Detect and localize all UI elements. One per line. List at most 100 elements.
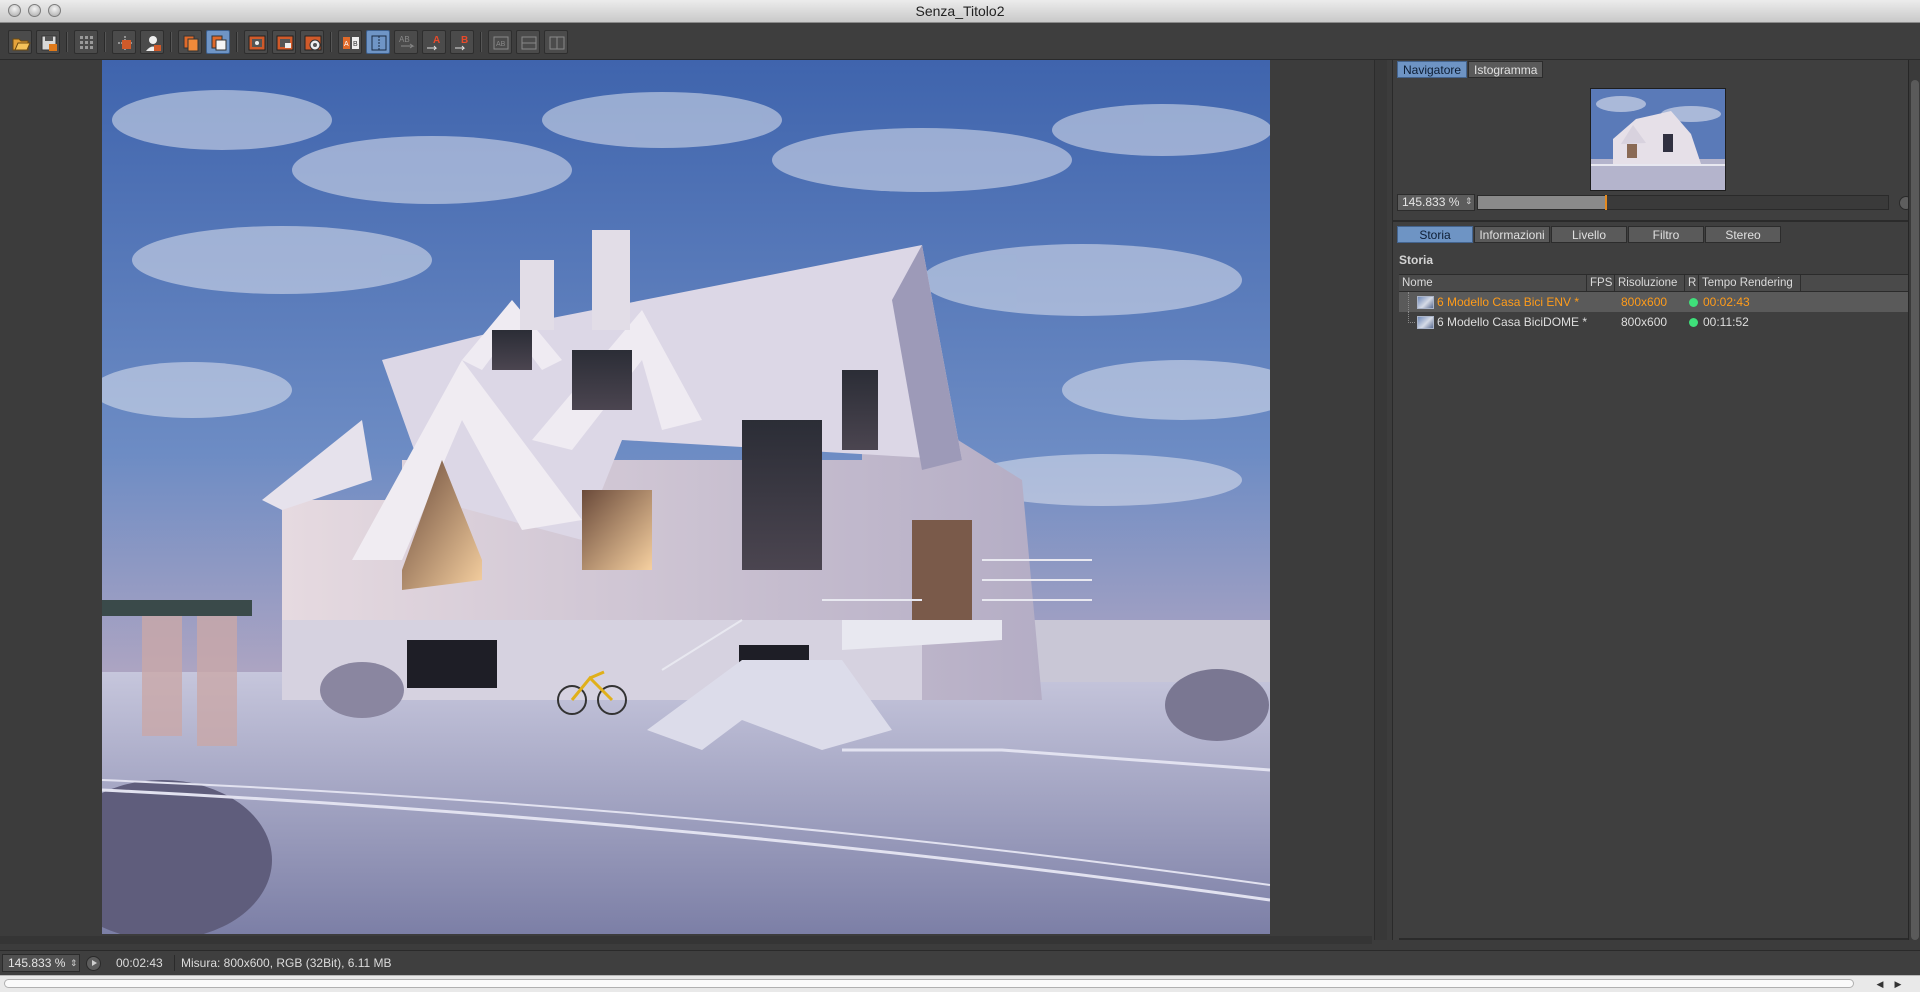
history-row-name: 6 Modello Casa BiciDOME * — [1437, 315, 1588, 329]
window-horizontal-scrollbar[interactable]: ◀ ▶ — [0, 975, 1920, 992]
navigator-thumbnail[interactable] — [1590, 88, 1726, 191]
svg-text:B: B — [353, 41, 358, 48]
history-row-time: 00:02:43 — [1703, 295, 1750, 309]
history-row-resolution: 800x600 — [1621, 295, 1668, 309]
close-window-button[interactable] — [8, 4, 21, 17]
fit-button[interactable]: AB — [488, 30, 512, 54]
svg-text:A: A — [433, 35, 440, 46]
swap-ab-button[interactable]: AB — [394, 30, 418, 54]
tab-filtro[interactable]: Filtro — [1628, 226, 1704, 243]
column-header-fps[interactable]: FPS — [1587, 275, 1615, 291]
tab-storia[interactable]: Storia — [1397, 226, 1473, 243]
zoom-slider-fill — [1478, 196, 1606, 209]
navigator-zoom-field[interactable]: 145.833 % — [1397, 194, 1475, 211]
open-button[interactable] — [8, 30, 32, 54]
split-vertical-button[interactable] — [544, 30, 568, 54]
status-zoom-field[interactable]: 145.833 % — [2, 954, 80, 972]
title-bar: Senza_Titolo2 — [0, 0, 1920, 23]
grid-icon — [80, 36, 93, 49]
window-scroll-thumb[interactable] — [4, 979, 1854, 988]
zoom-stepper-icon[interactable]: ⇕ — [70, 954, 78, 972]
person-icon — [146, 36, 161, 51]
save-button[interactable] — [36, 30, 60, 54]
render-view-button[interactable] — [244, 30, 268, 54]
history-table: Nome FPS Risoluzione R Tempo Rendering 6… — [1399, 274, 1909, 332]
grid-button[interactable] — [74, 30, 98, 54]
layers-button[interactable] — [206, 30, 230, 54]
viewer-vertical-scrollbar[interactable] — [1374, 60, 1387, 940]
split-horizontal-icon — [521, 36, 537, 50]
save-icon — [41, 35, 57, 51]
svg-text:AB: AB — [496, 41, 506, 48]
play-icon[interactable] — [86, 956, 101, 971]
set-a-icon: A — [427, 35, 440, 51]
layers-icon — [211, 35, 227, 51]
history-title: Storia — [1399, 253, 1434, 267]
status-dot-icon — [1689, 318, 1698, 327]
swap-ab-icon: AB — [399, 35, 415, 49]
scroll-right-icon[interactable]: ▶ — [1890, 976, 1906, 992]
render-view-icon — [248, 35, 266, 51]
render-region-button[interactable] — [272, 30, 296, 54]
region-button[interactable] — [112, 30, 136, 54]
scroll-left-icon[interactable]: ◀ — [1872, 976, 1888, 992]
window-controls — [8, 4, 61, 17]
history-row-resolution: 800x600 — [1621, 315, 1668, 329]
render-thumbnail-icon — [1417, 316, 1434, 329]
compare-ab-button[interactable]: AB — [338, 30, 362, 54]
status-bar: 145.833 % ⇕ 00:02:43 Misura: 800x600, RG… — [0, 950, 1920, 975]
viewer-horizontal-scrollbar[interactable] — [0, 936, 1372, 944]
render-settings-button[interactable] — [300, 30, 324, 54]
region-icon — [118, 36, 132, 50]
zoom-stepper-icon[interactable]: ⇕ — [1465, 194, 1473, 209]
set-a-button[interactable]: A — [422, 30, 446, 54]
history-tabs: Storia Informazioni Livello Filtro Stere… — [1397, 226, 1782, 243]
fit-icon: AB — [493, 36, 509, 50]
window-title: Senza_Titolo2 — [915, 3, 1005, 19]
column-header-nome[interactable]: Nome — [1399, 275, 1587, 291]
navigator-zoom-slider[interactable] — [1477, 195, 1889, 210]
render-viewer[interactable] — [0, 60, 1372, 940]
column-header-tempo-rendering[interactable]: Tempo Rendering — [1699, 275, 1801, 291]
minimize-window-button[interactable] — [28, 4, 41, 17]
column-header-risoluzione[interactable]: Risoluzione — [1615, 275, 1685, 291]
zoom-slider-handle[interactable] — [1605, 195, 1608, 210]
column-header-r[interactable]: R — [1685, 275, 1699, 291]
history-row[interactable]: 6 Modello Casa BiciDOME * 800x600 00:11:… — [1399, 312, 1909, 332]
panel-vertical-scrollbar[interactable] — [1908, 60, 1920, 940]
history-table-header: Nome FPS Risoluzione R Tempo Rendering — [1399, 274, 1909, 292]
split-horizontal-button[interactable] — [516, 30, 540, 54]
navigator-tabs: Navigatore Istogramma — [1397, 61, 1544, 78]
split-vertical-icon — [549, 36, 565, 50]
history-row-name: 6 Modello Casa Bici ENV * — [1437, 295, 1580, 309]
render-region-icon — [276, 35, 294, 51]
set-b-button[interactable]: B — [450, 30, 474, 54]
tab-navigatore[interactable]: Navigatore — [1397, 61, 1468, 78]
person-button[interactable] — [140, 30, 164, 54]
status-image-info: Misura: 800x600, RGB (32Bit), 6.11 MB — [181, 956, 392, 970]
history-row[interactable]: 6 Modello Casa Bici ENV * 800x600 00:02:… — [1399, 292, 1909, 312]
toolbar: AB AB A B AB — [0, 23, 1920, 60]
compare-ab-icon: AB — [343, 37, 359, 49]
tab-stereo[interactable]: Stereo — [1705, 226, 1781, 243]
history-bottom-divider — [1399, 938, 1909, 940]
open-icon — [12, 38, 31, 51]
svg-text:B: B — [461, 35, 468, 46]
navigator-zoom-row: 145.833 % ⇕ — [1397, 194, 1913, 211]
render-settings-icon — [304, 35, 322, 51]
tab-informazioni[interactable]: Informazioni — [1474, 226, 1550, 243]
render-image[interactable] — [102, 60, 1270, 934]
zoom-window-button[interactable] — [48, 4, 61, 17]
tab-istogramma[interactable]: Istogramma — [1468, 61, 1544, 78]
status-dot-icon — [1689, 298, 1698, 307]
render-thumbnail-icon — [1417, 296, 1434, 309]
tab-livello[interactable]: Livello — [1551, 226, 1627, 243]
split-view-icon — [371, 35, 387, 51]
split-view-button[interactable] — [366, 30, 390, 54]
copy-button[interactable] — [178, 30, 202, 54]
set-b-icon: B — [455, 35, 468, 51]
panel-scroll-thumb[interactable] — [1911, 80, 1919, 940]
panel-divider[interactable] — [1393, 220, 1909, 222]
svg-text:A: A — [344, 41, 349, 48]
right-panel: Navigatore Istogramma 145.833 % ⇕ Storia… — [1392, 60, 1913, 940]
